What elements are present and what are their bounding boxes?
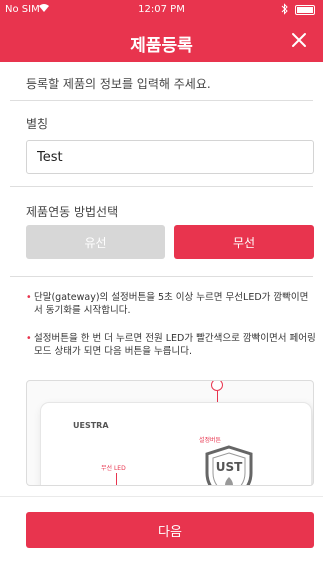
note-text: 설정버튼을 한 번 더 누르면 전원 LED가 빨간색으로 깜빡이면서 페어링모… [34,333,316,357]
gateway-device-image: UESTRA 설정버튼 무선 LED UST [41,403,311,485]
bullet-icon: • [26,292,32,303]
nickname-input[interactable] [26,140,314,174]
callout-marker [211,381,223,391]
bullet-icon: • [26,333,32,344]
wired-option-button[interactable]: 유선 [26,225,165,259]
callout-line [116,473,117,485]
close-icon[interactable] [291,28,307,54]
next-button[interactable]: 다음 [26,512,314,548]
status-bar: No SIM 12:07 PM [0,0,323,20]
divider [10,276,313,277]
divider [10,186,313,187]
instruction-note: • 단말(gateway)의 설정버튼을 5초 이상 누르면 무선LED가 깜빡… [26,291,316,317]
brand-logo: UESTRA [73,421,109,430]
bluetooth-icon [281,3,289,18]
connection-method-label: 제품연동 방법선택 [26,205,119,219]
note-text: 단말(gateway)의 설정버튼을 5초 이상 누르면 무선LED가 깜빡이면… [34,292,309,316]
wireless-option-button[interactable]: 무선 [174,225,314,259]
shield-logo-icon: UST [205,445,253,485]
shield-text: UST [216,460,243,474]
status-time: 12:07 PM [138,4,185,15]
divider [10,100,313,101]
battery-icon [295,5,315,15]
page-title: 제품등록 [130,36,193,56]
nav-bar: 제품등록 [0,20,323,62]
device-illustration: UESTRA 설정버튼 무선 LED UST [26,380,314,486]
divider [0,496,323,497]
setting-button-label: 설정버튼 [199,437,222,444]
instruction-note: • 설정버튼을 한 번 더 누르면 전원 LED가 빨간색으로 깜빡이면서 페어… [26,332,316,358]
wireless-led-label: 무선 LED [101,465,126,472]
nickname-label: 별칭 [26,117,49,131]
instruction-text: 등록할 제품의 정보를 입력해 주세요. [26,77,211,91]
